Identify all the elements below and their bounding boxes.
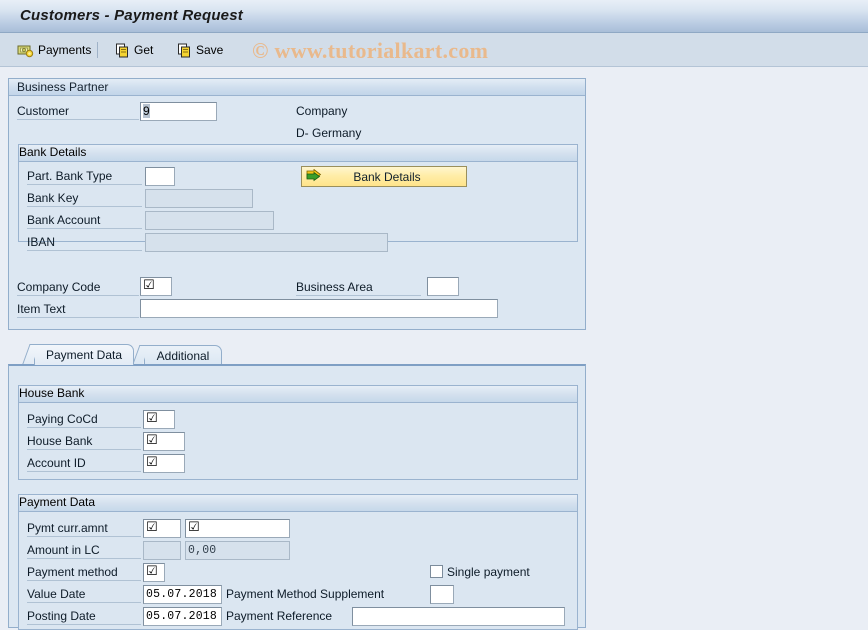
payment-method-label: Payment method [27, 565, 141, 581]
amount-in-lc-label: Amount in LC [27, 543, 141, 559]
iban-input [145, 233, 388, 252]
bank-details-button-label: Bank Details [353, 169, 421, 184]
tab-payment-data[interactable]: Payment Data [22, 344, 134, 365]
tab-slant-left [132, 345, 150, 364]
bank-account-input [145, 211, 274, 230]
item-text-label: Item Text [17, 302, 139, 318]
payments-button[interactable]: Payments [14, 39, 94, 61]
toolbar-separator [97, 42, 98, 58]
iban-label: IBAN [27, 235, 142, 251]
bank-key-input [145, 189, 253, 208]
house-bank-title: House Bank [19, 386, 85, 400]
item-text-input[interactable] [140, 299, 498, 318]
green-arrow-icon [306, 168, 322, 184]
payment-data-group: Payment Data Pymt curr.amnt ☑ ☑ Amount i… [18, 494, 578, 630]
bank-key-label: Bank Key [27, 191, 142, 207]
payment-method-supplement-input[interactable] [430, 585, 454, 604]
amount-in-lc-currency [143, 541, 181, 560]
company-value: D- Germany [296, 126, 362, 140]
company-label: Company [296, 104, 348, 118]
tab-additional-label: Additional [156, 348, 210, 363]
tab-payment-data-label: Payment Data [45, 348, 123, 362]
house-bank-input[interactable]: ☑ [143, 432, 185, 451]
house-bank-label: House Bank [27, 434, 141, 450]
tab-additional[interactable]: Additional [132, 345, 222, 365]
account-id-label: Account ID [27, 456, 141, 472]
part-bank-type-input[interactable] [145, 167, 175, 186]
house-bank-group-header: House Bank [19, 386, 577, 403]
bank-details-group-header: Bank Details [19, 145, 577, 162]
business-area-label: Business Area [296, 280, 421, 296]
account-id-input[interactable]: ☑ [143, 454, 185, 473]
single-payment-label: Single payment [447, 565, 530, 579]
paying-cocd-input[interactable]: ☑ [143, 410, 175, 429]
bank-details-button[interactable]: Bank Details [301, 166, 467, 187]
money-icon [17, 43, 34, 58]
get-button-label: Get [134, 43, 154, 57]
save-button[interactable]: Save [174, 39, 226, 61]
bank-details-group: Bank Details Part. Bank Type Bank Key Ba… [18, 144, 578, 252]
business-area-input[interactable] [427, 277, 459, 296]
business-partner-group: Business Partner Customer 9 Company D- G… [8, 78, 586, 330]
payment-data-title: Payment Data [19, 495, 96, 509]
single-payment-checkbox[interactable] [430, 565, 443, 578]
payment-reference-input[interactable] [352, 607, 565, 626]
value-date-label: Value Date [27, 587, 141, 603]
get-button[interactable]: Get [112, 39, 156, 61]
save-button-label: Save [196, 43, 224, 57]
tab-slant-left [22, 344, 40, 364]
payment-reference-label: Payment Reference [226, 609, 333, 623]
payment-method-input[interactable]: ☑ [143, 563, 165, 582]
company-code-input[interactable]: ☑ [140, 277, 172, 296]
tab-strip: Payment Data Additional [8, 343, 586, 365]
payment-data-tab-panel: House Bank Paying CoCd ☑ House Bank ☑ Ac… [8, 364, 586, 630]
pymt-curr-amnt-label: Pymt curr.amnt [27, 521, 141, 537]
part-bank-type-label: Part. Bank Type [27, 169, 142, 185]
customer-input[interactable]: 9 [140, 102, 217, 121]
company-code-label: Company Code [17, 280, 139, 296]
amount-in-lc-value: 0,00 [185, 541, 290, 560]
bank-details-title: Bank Details [19, 145, 87, 159]
customer-label: Customer [17, 104, 139, 120]
pymt-currency-input[interactable]: ☑ [143, 519, 181, 538]
business-partner-group-header: Business Partner [9, 79, 585, 96]
business-partner-title: Business Partner [17, 80, 109, 94]
posting-date-label: Posting Date [27, 609, 141, 625]
posting-date-input[interactable]: 05.07.2018 [143, 607, 222, 626]
value-date-input[interactable]: 05.07.2018 [143, 585, 222, 604]
house-bank-group: House Bank Paying CoCd ☑ House Bank ☑ Ac… [18, 385, 578, 480]
customer-input-value: 9 [143, 104, 150, 118]
payments-button-label: Payments [38, 43, 92, 57]
copy-document-icon [177, 43, 192, 58]
page-title: Customers - Payment Request [20, 7, 243, 24]
pymt-amount-input[interactable]: ☑ [185, 519, 290, 538]
watermark: © www.tutorialkart.com [252, 38, 489, 63]
window-title-bar: Customers - Payment Request [0, 0, 868, 33]
copy-document-icon [115, 43, 130, 58]
bank-account-label: Bank Account [27, 213, 142, 229]
payment-data-group-header: Payment Data [19, 495, 577, 512]
paying-cocd-label: Paying CoCd [27, 412, 141, 428]
payment-method-supplement-label: Payment Method Supplement [226, 587, 385, 601]
